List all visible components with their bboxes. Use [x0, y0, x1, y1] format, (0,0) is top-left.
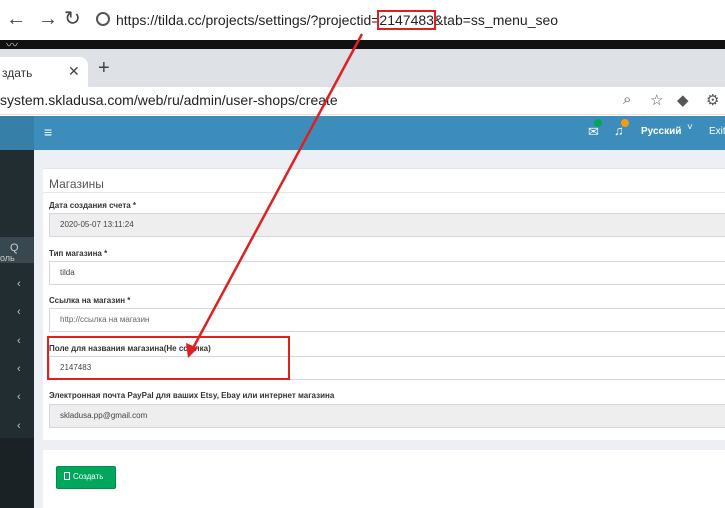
annotation-highlight-box: [47, 336, 290, 380]
logo-area: [0, 116, 34, 150]
browser-tab[interactable]: здать ✕: [0, 57, 88, 87]
new-tab-icon[interactable]: +: [98, 57, 110, 80]
actions-panel: Создать: [43, 450, 725, 508]
paypal-email-value: skladusa.pp@gmail.com: [60, 411, 148, 420]
extension-icon[interactable]: ◆: [677, 91, 689, 109]
shop-form-panel: Магазины Дата создания счета * 2020-05-0…: [43, 168, 725, 440]
address-bar[interactable]: system.skladusa.com/web/ru/admin/user-sh…: [0, 87, 725, 115]
url-project-id: 2147483: [377, 10, 436, 30]
shop-type-field[interactable]: tilda: [49, 261, 725, 285]
close-tab-icon[interactable]: ✕: [68, 63, 80, 80]
tab-strip: здать ✕ +: [0, 49, 725, 87]
star-icon[interactable]: ☆: [650, 91, 663, 109]
tab-title: здать: [2, 66, 33, 80]
divider: [43, 192, 725, 193]
reload-icon[interactable]: ↻: [64, 9, 81, 29]
field-label-shop-type: Тип магазина *: [49, 249, 108, 258]
field-label-shop-link: Ссылка на магазин *: [49, 296, 131, 305]
shop-type-value: tilda: [60, 268, 75, 277]
address-bar-top[interactable]: https://tilda.cc/projects/settings/?proj…: [116, 10, 559, 30]
gear-icon[interactable]: ⚙: [706, 91, 719, 109]
hamburger-icon[interactable]: ≡: [44, 124, 52, 140]
bookmarks-strip: 〰: [0, 38, 725, 52]
created-date-field: 2020-05-07 13:11:24: [49, 213, 725, 237]
bell-badge: [621, 119, 629, 127]
chevron-left-icon[interactable]: ‹: [17, 420, 21, 432]
forward-icon[interactable]: →: [38, 9, 58, 29]
chevron-left-icon[interactable]: ‹: [17, 335, 21, 347]
browser-top-toolbar: ← → ↻ https://tilda.cc/projects/settings…: [0, 0, 725, 40]
chevron-left-icon[interactable]: ‹: [17, 278, 21, 290]
shop-link-placeholder: http://ссылка на магазин: [60, 315, 150, 324]
language-select[interactable]: Русский: [641, 126, 681, 137]
paypal-email-field: skladusa.pp@gmail.com: [49, 404, 725, 428]
created-date-value: 2020-05-07 13:11:24: [60, 220, 134, 229]
sidebar-item-label[interactable]: оль: [0, 253, 15, 263]
panel-title: Магазины: [49, 177, 104, 191]
chevron-down-icon[interactable]: ˅: [687, 122, 693, 133]
sidebar-footer: [0, 438, 34, 508]
url-suffix: &tab=ss_menu_seo: [433, 12, 559, 28]
exit-link[interactable]: Exit: [709, 126, 725, 137]
url-prefix: https://tilda.cc/projects/settings/?proj…: [116, 12, 380, 28]
url-text: system.skladusa.com/web/ru/admin/user-sh…: [0, 92, 338, 108]
site-info-icon[interactable]: [96, 12, 110, 26]
chevron-left-icon[interactable]: ‹: [17, 306, 21, 318]
sidebar: Q оль ‹ ‹ ‹ ‹ ‹ ‹: [0, 150, 34, 508]
create-button[interactable]: Создать: [56, 466, 116, 489]
field-label-created: Дата создания счета *: [49, 201, 137, 210]
field-label-paypal: Электронная почта PayPal для ваших Etsy,…: [49, 391, 335, 400]
chevron-left-icon[interactable]: ‹: [17, 363, 21, 375]
shop-link-field[interactable]: http://ссылка на магазин: [49, 308, 725, 332]
mail-badge: [594, 119, 602, 127]
create-button-label: Создать: [73, 472, 104, 481]
zoom-icon[interactable]: ⌕: [623, 91, 631, 108]
file-icon: [64, 472, 70, 480]
app-header: ≡ ✉ ♫ Русский ˅ Exit: [0, 116, 725, 150]
chevron-left-icon[interactable]: ‹: [17, 391, 21, 403]
back-icon[interactable]: ←: [6, 9, 26, 29]
